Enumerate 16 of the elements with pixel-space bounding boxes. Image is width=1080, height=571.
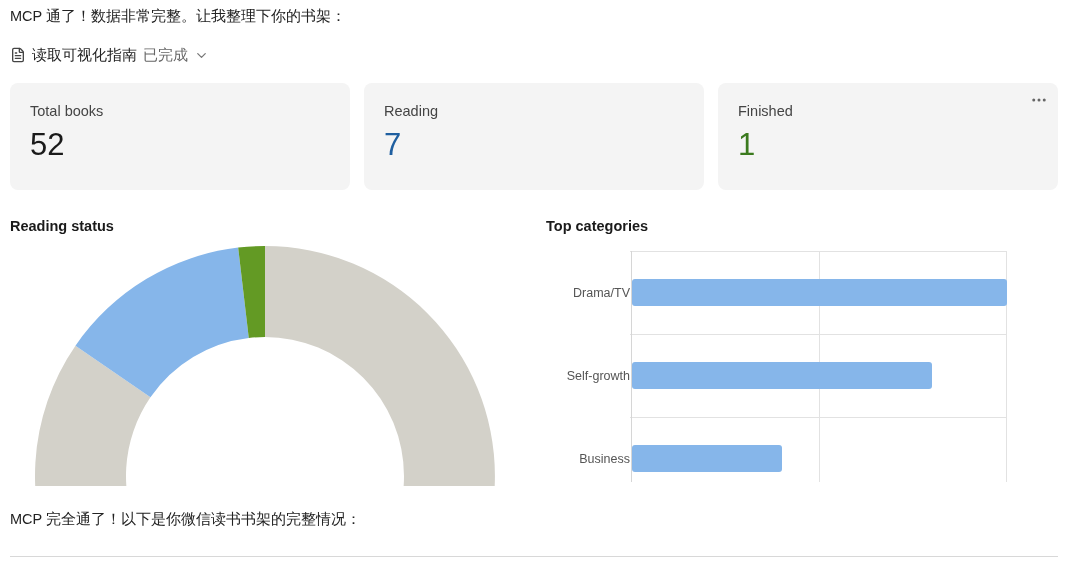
stat-label: Reading [384, 103, 439, 119]
category-label: Self-growth [566, 368, 630, 383]
stat-value: 7 [384, 127, 403, 163]
stat-value: 1 [738, 127, 757, 163]
stat-label: Total books [30, 103, 105, 119]
message-text: MCP 完全通了！以下是你微信读书书架的完整情况： [10, 510, 1058, 557]
chart-title: Top categories [546, 218, 650, 236]
category-label: Business [579, 451, 630, 466]
chart-title: Reading status [10, 218, 115, 236]
message-text: MCP 通了！数据非常完整。让我整理下你的书架： [10, 7, 347, 26]
stat-value: 52 [30, 127, 66, 163]
step-status: 已完成 [143, 45, 188, 65]
category-label: Drama/TV [573, 285, 630, 300]
document-icon [10, 47, 26, 63]
step-label: 读取可视化指南 [32, 45, 137, 65]
stat-label: Finished [738, 103, 794, 119]
